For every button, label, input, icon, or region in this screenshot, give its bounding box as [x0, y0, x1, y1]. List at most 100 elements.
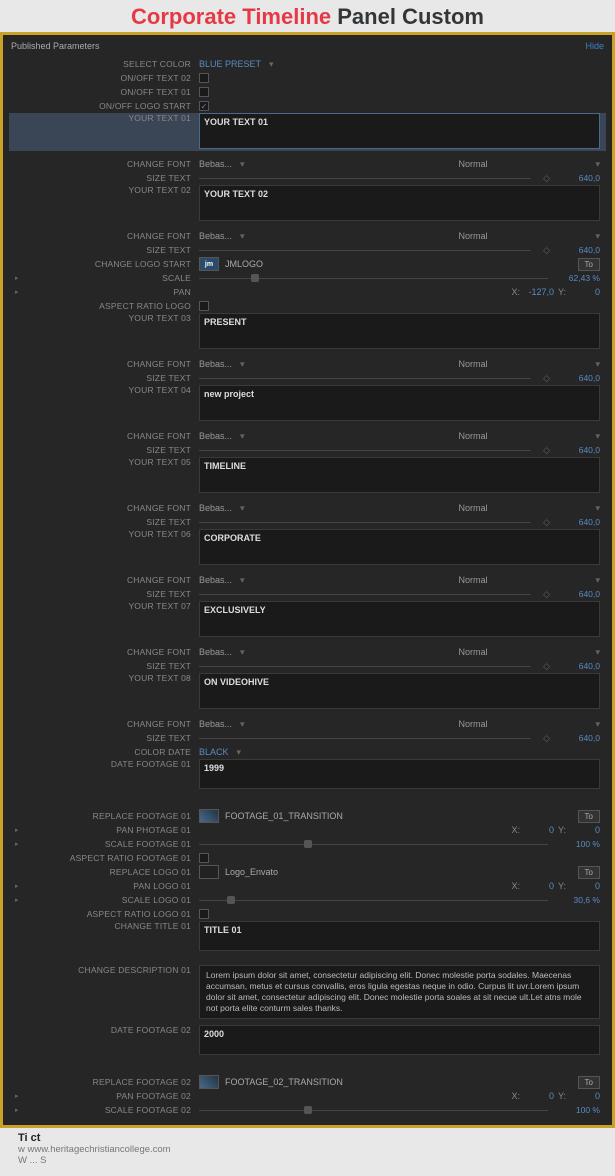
font-style-6[interactable]: Normal: [458, 575, 487, 585]
checkbox-onoff-logo-start[interactable]: ✓: [199, 101, 209, 111]
pan-logo-01-y[interactable]: 0: [570, 881, 600, 891]
expand-arrow-icon[interactable]: ▸: [15, 288, 19, 296]
to-button-logo-start[interactable]: To: [578, 258, 600, 271]
slider-size-text-5[interactable]: [199, 522, 531, 523]
label-size-text-2: SIZE TEXT: [9, 245, 199, 255]
size-text-val-4[interactable]: 640,0: [560, 445, 600, 455]
font-name-8[interactable]: Bebas...: [199, 719, 232, 729]
size-text-val-2[interactable]: 640,0: [560, 245, 600, 255]
slider-size-text-7[interactable]: [199, 666, 531, 667]
input-your-text-06[interactable]: CORPORATE: [199, 529, 600, 565]
slider-scale-footage-01[interactable]: [199, 844, 548, 845]
scale-footage-02-val[interactable]: 100 %: [560, 1105, 600, 1115]
thumb-jm-logo[interactable]: jm: [199, 257, 219, 271]
pan-footage-02-y[interactable]: 0: [570, 1091, 600, 1101]
input-your-text-02[interactable]: YOUR TEXT 02: [199, 185, 600, 221]
input-date-footage-01[interactable]: 1999: [199, 759, 600, 789]
slider-scale-footage-02[interactable]: [199, 1110, 548, 1111]
checkbox-aspect-ratio-logo-01[interactable]: [199, 909, 209, 919]
font-name-3[interactable]: Bebas...: [199, 359, 232, 369]
thumb-footage-02[interactable]: [199, 1075, 219, 1089]
label-change-description-01: CHANGE DESCRIPTION 01: [9, 965, 199, 975]
size-text-val-6[interactable]: 640,0: [560, 589, 600, 599]
row-change-title-01: CHANGE TITLE 01 TITLE 01: [9, 921, 606, 959]
size-text-val-7[interactable]: 640,0: [560, 661, 600, 671]
expand-arrow-icon[interactable]: ▸: [15, 1106, 19, 1114]
input-your-text-03[interactable]: PRESENT: [199, 313, 600, 349]
font-name-6[interactable]: Bebas...: [199, 575, 232, 585]
slider-size-text-4[interactable]: [199, 450, 531, 451]
scale-val[interactable]: 62,43 %: [560, 273, 600, 283]
label-replace-footage-01: REPLACE FOOTAGE 01: [9, 811, 199, 821]
font-style-8[interactable]: Normal: [458, 719, 487, 729]
expand-arrow-icon[interactable]: ▸: [15, 882, 19, 890]
row-size-text-4: SIZE TEXT◇640,0: [9, 443, 606, 457]
color-date-value[interactable]: BLACK: [199, 747, 229, 757]
slider-scale[interactable]: [199, 278, 548, 279]
input-your-text-05[interactable]: TIMELINE: [199, 457, 600, 493]
footer-link[interactable]: w www.heritagechristiancollege.com: [18, 1144, 597, 1155]
input-change-description-01[interactable]: Lorem ipsum dolor sit amet, consectetur …: [199, 965, 600, 1019]
slider-size-text-6[interactable]: [199, 594, 531, 595]
font-style-1[interactable]: Normal: [458, 159, 487, 169]
checkbox-aspect-ratio-logo[interactable]: [199, 301, 209, 311]
slider-size-text-2[interactable]: [199, 250, 531, 251]
slider-end-icon: ◇: [543, 733, 550, 744]
expand-arrow-icon[interactable]: ▸: [15, 274, 19, 282]
checkbox-onoff-text02[interactable]: [199, 73, 209, 83]
size-text-val-1[interactable]: 640,0: [560, 173, 600, 183]
thumb-footage-01[interactable]: [199, 809, 219, 823]
expand-arrow-icon[interactable]: ▸: [15, 826, 19, 834]
expand-arrow-icon[interactable]: ▸: [15, 896, 19, 904]
input-your-text-01[interactable]: YOUR TEXT 01: [199, 113, 600, 149]
scale-footage-01-val[interactable]: 100 %: [560, 839, 600, 849]
font-name-1[interactable]: Bebas...: [199, 159, 232, 169]
caret-icon: ▾: [237, 747, 242, 758]
font-style-7[interactable]: Normal: [458, 647, 487, 657]
pan-logo-01-x[interactable]: 0: [524, 881, 554, 891]
size-text-val-5[interactable]: 640,0: [560, 517, 600, 527]
pan-footage-02-x[interactable]: 0: [524, 1091, 554, 1101]
size-text-val-8[interactable]: 640,0: [560, 733, 600, 743]
caret-icon: ▾: [595, 503, 600, 514]
input-change-title-01[interactable]: TITLE 01: [199, 921, 600, 951]
caret-icon: ▾: [595, 231, 600, 242]
thumb-logo-01[interactable]: [199, 865, 219, 879]
hide-link[interactable]: Hide: [585, 41, 604, 51]
checkbox-aspect-ratio-footage-`01[interactable]: [199, 853, 209, 863]
font-name-5[interactable]: Bebas...: [199, 503, 232, 513]
font-style-2[interactable]: Normal: [458, 231, 487, 241]
size-text-val-3[interactable]: 640,0: [560, 373, 600, 383]
pan-photage-01-x[interactable]: 0: [524, 825, 554, 835]
label-pan-logo-01: PAN LOGO 01: [9, 881, 199, 891]
input-date-footage-02[interactable]: 2000: [199, 1025, 600, 1055]
font-style-4[interactable]: Normal: [458, 431, 487, 441]
footer: Ti ct w www.heritagechristiancollege.com…: [0, 1128, 615, 1176]
to-button-footage-01[interactable]: To: [578, 810, 600, 823]
slider-scale-logo-01[interactable]: [199, 900, 548, 901]
font-name-4[interactable]: Bebas...: [199, 431, 232, 441]
to-button-logo-01[interactable]: To: [578, 866, 600, 879]
panel-frame: Published Parameters Hide SELECT COLOR B…: [0, 32, 615, 1128]
caret-icon: ▾: [595, 359, 600, 370]
expand-arrow-icon[interactable]: ▸: [15, 840, 19, 848]
to-button-footage-02[interactable]: To: [578, 1076, 600, 1089]
input-your-text-07[interactable]: EXCLUSIVELY: [199, 601, 600, 637]
scale-logo-01-val[interactable]: 30,6 %: [560, 895, 600, 905]
footer-title: Ti ct: [18, 1132, 597, 1144]
font-name-7[interactable]: Bebas...: [199, 647, 232, 657]
slider-end-icon: ◇: [543, 589, 550, 600]
input-your-text-08[interactable]: ON VIDEOHIVE: [199, 673, 600, 709]
pan-y[interactable]: 0: [570, 287, 600, 297]
slider-size-text-3[interactable]: [199, 378, 531, 379]
checkbox-onoff-text01[interactable]: [199, 87, 209, 97]
select-color-value[interactable]: BLUE PRESET: [199, 59, 261, 69]
font-style-5[interactable]: Normal: [458, 503, 487, 513]
pan-photage-01-y[interactable]: 0: [570, 825, 600, 835]
input-your-text-04[interactable]: new project: [199, 385, 600, 421]
slider-size-text-8[interactable]: [199, 738, 531, 739]
font-style-3[interactable]: Normal: [458, 359, 487, 369]
pan-x[interactable]: -127,0: [524, 287, 554, 297]
slider-size-text-1[interactable]: [199, 178, 531, 179]
font-name-2[interactable]: Bebas...: [199, 231, 232, 241]
